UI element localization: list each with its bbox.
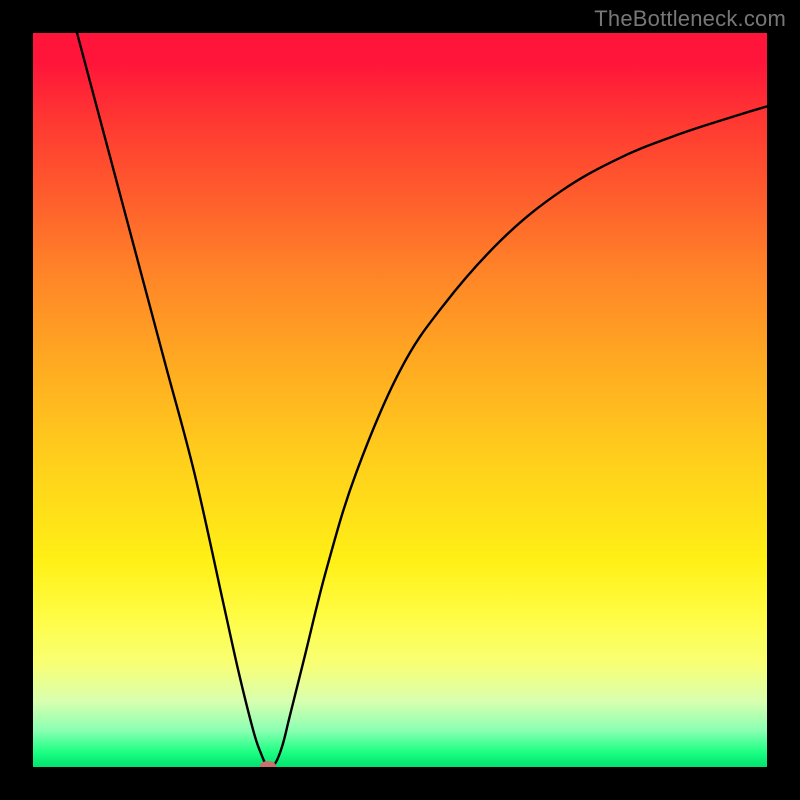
bottleneck-curve — [33, 33, 767, 767]
watermark-text: TheBottleneck.com — [594, 6, 786, 32]
chart-frame: TheBottleneck.com — [0, 0, 800, 800]
minimum-marker-icon — [260, 761, 276, 767]
plot-area — [33, 33, 767, 767]
